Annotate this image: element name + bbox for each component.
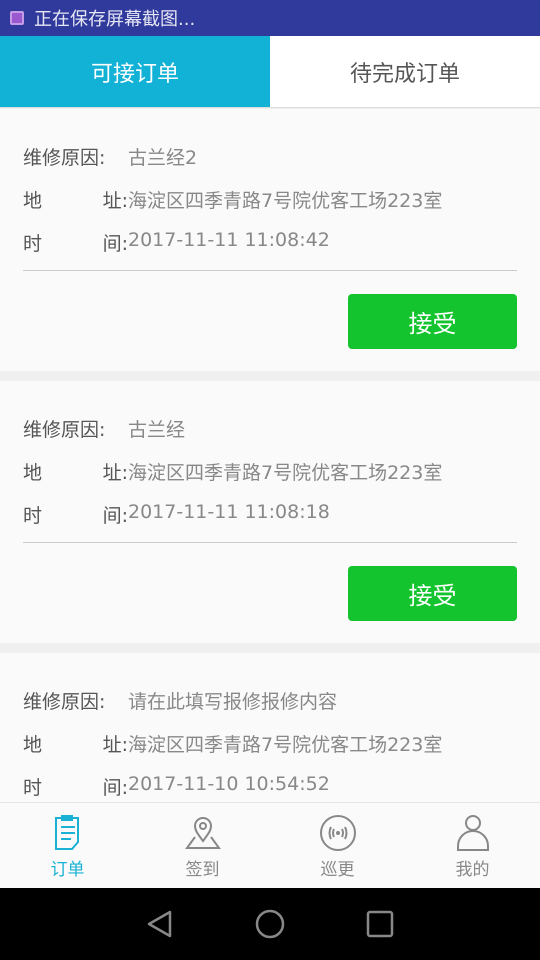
accept-button[interactable]: 接受 bbox=[348, 294, 517, 349]
screenshot-icon bbox=[10, 11, 24, 25]
order-icon bbox=[54, 815, 79, 850]
reason-label: 维修原因: bbox=[23, 691, 106, 713]
time-label: 时间: bbox=[23, 777, 128, 799]
reason-label: 维修原因: bbox=[23, 419, 106, 441]
time-label: 时间: bbox=[23, 505, 128, 527]
address-label: 地址: bbox=[23, 190, 128, 212]
reason-label: 维修原因: bbox=[23, 147, 106, 169]
tab-bar: 可接订单 待完成订单 bbox=[0, 36, 540, 108]
user-icon bbox=[456, 815, 489, 851]
address-label: 地址: bbox=[23, 734, 128, 756]
nav-orders[interactable]: 订单 bbox=[0, 803, 135, 888]
reason-value: 请在此填写报修报修内容 bbox=[128, 691, 338, 713]
back-icon[interactable] bbox=[145, 909, 175, 939]
tab-pending-orders[interactable]: 待完成订单 bbox=[270, 36, 540, 107]
divider bbox=[23, 270, 517, 271]
nav-checkin[interactable]: 签到 bbox=[135, 803, 270, 888]
order-card: 维修原因: 古兰经 地址: 海淀区四季青路7号院优客工场223室 时间: 2017-1… bbox=[0, 381, 540, 643]
system-nav-bar bbox=[0, 888, 540, 960]
address-label: 地址: bbox=[23, 462, 128, 484]
recents-icon[interactable] bbox=[365, 909, 395, 939]
order-card: 维修原因: 古兰经2 地址: 海淀区四季青路7号院优客工场223室 时间: 2017-… bbox=[0, 109, 540, 371]
patrol-icon bbox=[319, 815, 356, 851]
status-bar: 正在保存屏幕截图... bbox=[0, 0, 540, 36]
order-card: 维修原因: 请在此填写报修报修内容 地址: 海淀区四季青路7号院优客工场223室 时… bbox=[0, 653, 540, 802]
accept-button[interactable]: 接受 bbox=[348, 566, 517, 621]
address-value: 海淀区四季青路7号院优客工场223室 bbox=[128, 462, 443, 484]
address-value: 海淀区四季青路7号院优客工场223室 bbox=[128, 190, 443, 212]
time-value: 2017-11-11 11:08:18 bbox=[128, 501, 330, 523]
location-icon bbox=[184, 817, 221, 849]
home-icon[interactable] bbox=[255, 909, 285, 939]
order-list[interactable]: 维修原因: 古兰经2 地址: 海淀区四季青路7号院优客工场223室 时间: 2017-… bbox=[0, 109, 540, 802]
nav-me[interactable]: 我的 bbox=[405, 803, 540, 888]
tab-available-orders[interactable]: 可接订单 bbox=[0, 36, 270, 107]
divider bbox=[23, 542, 517, 543]
reason-value: 古兰经2 bbox=[128, 147, 198, 169]
bottom-nav: 订单 签到 巡更 我的 bbox=[0, 802, 540, 888]
nav-patrol[interactable]: 巡更 bbox=[270, 803, 405, 888]
time-value: 2017-11-10 10:54:52 bbox=[128, 773, 330, 795]
time-label: 时间: bbox=[23, 233, 128, 255]
status-text: 正在保存屏幕截图... bbox=[34, 9, 196, 30]
time-value: 2017-11-11 11:08:42 bbox=[128, 229, 330, 251]
address-value: 海淀区四季青路7号院优客工场223室 bbox=[128, 734, 443, 756]
reason-value: 古兰经 bbox=[128, 419, 186, 441]
